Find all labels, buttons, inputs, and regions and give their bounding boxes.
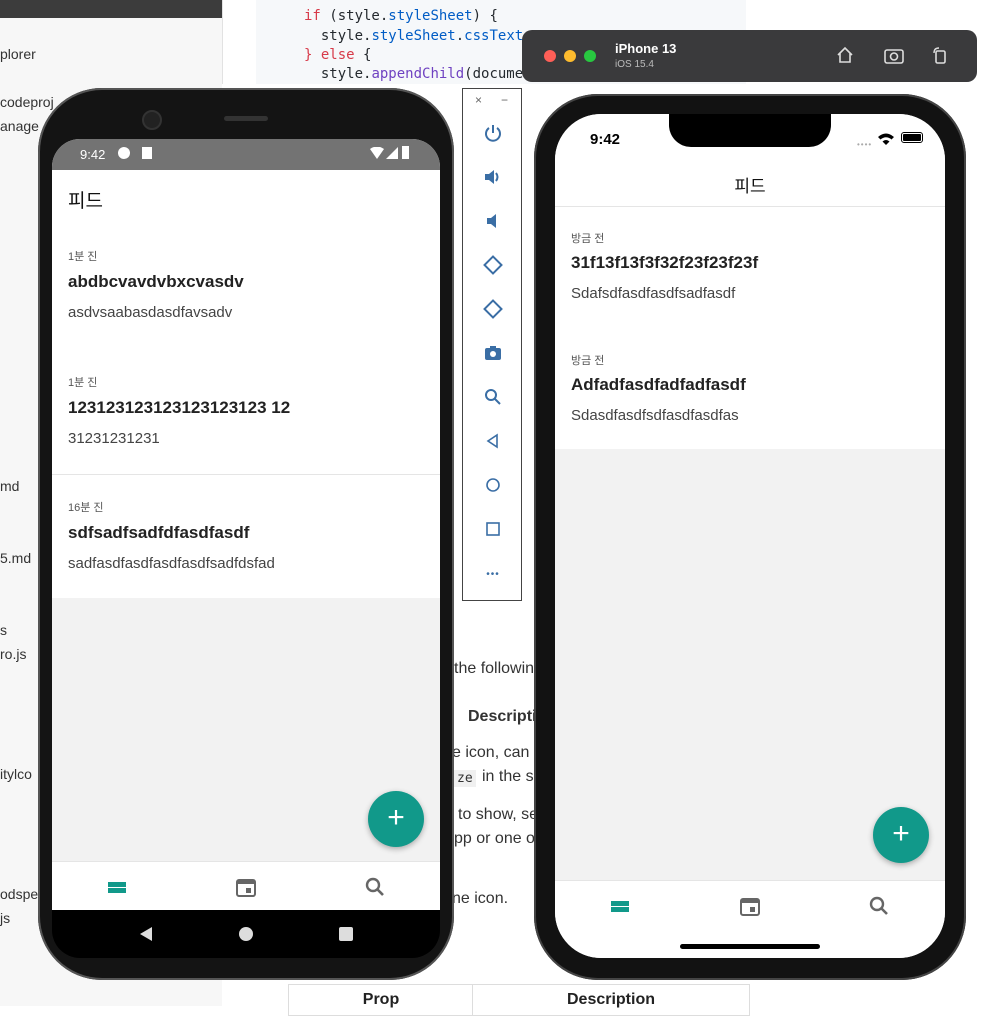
home-icon[interactable] [481,475,505,499]
doc-table-prop-header: Prop [288,984,474,1016]
simulator-device-name: iPhone 13 [615,41,677,56]
page-title: 피드 [68,191,103,212]
volume-up-icon[interactable] [481,167,505,191]
post-body: asdvsaabasdasdfavsadv [68,304,233,321]
window-minimize-button[interactable] [564,50,576,62]
calendar-tab-icon[interactable] [735,891,765,921]
android-screen: 9:42 피드 1분 진 abdbcvavdvbxcvasdv asdvsaab… [52,139,440,910]
doc-text: in the s [482,768,534,785]
rotate-right-icon[interactable] [481,299,505,323]
emulator-minimize-button[interactable]: − [501,93,508,107]
wifi-icon [370,146,384,162]
ios-signal-icon: •••• [857,140,873,149]
post-body: sadfasdfasdfasdfasdfsadfdsfad [68,555,275,572]
explorer-topbar [0,0,222,18]
volume-down-icon[interactable] [481,211,505,235]
post-title: 31f13f13f3f32f23f23f23f [571,253,759,272]
home-icon[interactable] [835,45,855,70]
sidebar-item[interactable]: plorer [0,46,36,62]
sidebar-item[interactable]: js [0,910,10,926]
android-status-bar: 9:42 [52,139,440,170]
page-title: 피드 [734,177,766,196]
feed-post[interactable]: 방금 전 31f13f13f3f32f23f23f23f Sdafsdfasdf… [555,207,945,329]
zoom-icon[interactable] [481,387,505,411]
simulator-os-version: iOS 15.4 [615,59,654,70]
rotate-left-icon[interactable] [481,255,505,279]
post-time: 방금 전 [571,233,605,245]
sidebar-item[interactable]: 5.md [0,550,31,566]
sidebar-item[interactable]: itylco [0,766,32,782]
feed-post[interactable]: 16분 진 sdfsadfsadfdfasdfasdf sadfasdfasdf… [52,475,440,598]
sidebar-item[interactable]: odspe [0,886,38,902]
sidebar-item[interactable]: md [0,478,19,494]
search-tab-icon[interactable] [864,891,894,921]
post-time: 1분 진 [68,377,98,389]
sidebar-item[interactable]: anage [0,118,39,134]
signal-icon [386,147,398,162]
nav-overview-icon[interactable] [339,927,353,941]
emulator-close-button[interactable]: × [475,93,482,107]
feed-tab-icon[interactable] [605,891,635,921]
doc-code: ze [454,770,476,787]
nav-back-icon[interactable] [138,926,154,947]
ios-header: 피드 [555,162,945,207]
screenshot-icon[interactable] [883,45,905,70]
doc-text: e icon, can a [452,744,543,761]
ios-status-time: 9:42 [590,131,621,148]
feed-tab-icon[interactable] [102,872,132,902]
more-icon[interactable]: ••• [481,563,505,587]
calendar-tab-icon[interactable] [231,872,261,902]
sidebar-item[interactable]: codeproj [0,94,54,110]
window-close-button[interactable] [544,50,556,62]
feed-post[interactable]: 1분 진 abdbcvavdvbxcvasdv asdvsaabasdasdfa… [52,226,440,351]
home-indicator[interactable] [680,944,820,949]
overview-icon[interactable] [481,519,505,543]
doc-table-description-header: Description [472,984,750,1016]
android-notification-icon [118,147,130,159]
emulator-toolbar: × − ••• [462,88,522,601]
doc-text: the followin [454,660,535,677]
android-camera [142,110,162,130]
search-tab-icon[interactable] [360,872,390,902]
post-title: sdfsadfsadfdfasdfasdf [68,523,250,542]
post-body: Sdasdfasdfsdfasdfasdfas [571,407,739,424]
battery-icon [402,146,409,159]
post-title: Adfadfasdfadfadfasdf [571,375,746,394]
android-navigation-bar [52,910,440,958]
doc-text: pp or one o [454,830,535,847]
android-header: 피드 [52,170,440,226]
android-tab-bar [52,861,440,910]
iphone-screen: 9:42 •••• 피드 방금 전 31f13f13f3f32f23f23f23… [555,114,945,958]
android-speaker [224,116,268,121]
sd-card-icon [142,147,152,159]
sidebar-item[interactable]: s [0,622,7,638]
post-body: Sdafsdfasdfasdfsadfasdf [571,285,736,302]
post-title: abdbcvavdvbxcvasdv [68,272,244,291]
post-title: 123123123123123123123 12 [68,398,291,417]
doc-text: ne icon. [452,890,509,907]
nav-home-icon[interactable] [239,927,253,941]
simulator-window-titlebar: iPhone 13 iOS 15.4 [522,30,977,82]
feed-post[interactable]: 1분 진 123123123123123123123 12 3123123123… [52,350,440,475]
wifi-icon [878,132,894,150]
camera-icon[interactable] [481,343,505,367]
android-status-time: 9:42 [80,147,106,162]
post-time: 1분 진 [68,251,98,263]
post-time: 방금 전 [571,355,605,367]
add-post-button[interactable]: + [368,791,424,847]
back-icon[interactable] [481,431,505,455]
rotate-icon[interactable] [930,45,950,70]
feed-post[interactable]: 방금 전 Adfadfasdfadfadfasdf Sdasdfasdfsdfa… [555,328,945,449]
window-zoom-button[interactable] [584,50,596,62]
add-post-button[interactable]: + [873,807,929,863]
post-time: 16분 진 [68,502,104,514]
sidebar-item[interactable]: ro.js [0,646,26,662]
iphone-notch [669,114,831,147]
power-icon[interactable] [481,123,505,147]
doc-text: to show, se [458,806,539,823]
doc-table-header: Descripti [468,708,537,725]
battery-icon [901,132,923,143]
post-body: 31231231231 [68,430,160,447]
